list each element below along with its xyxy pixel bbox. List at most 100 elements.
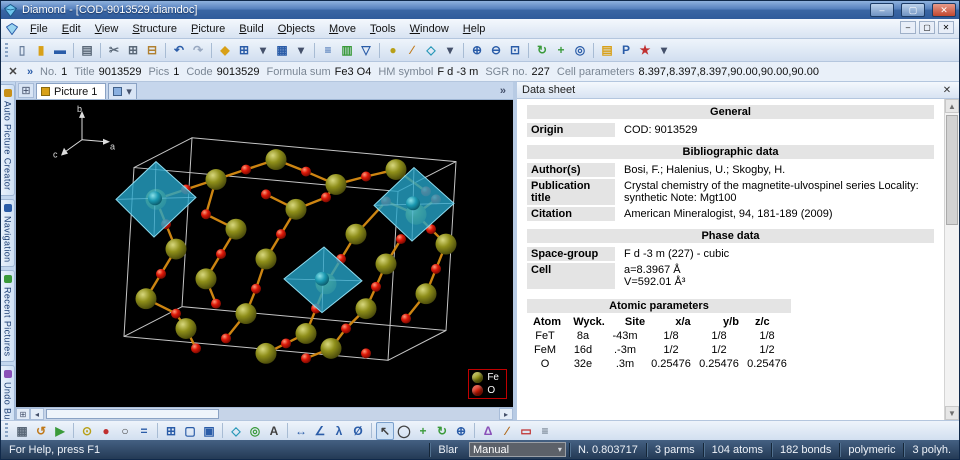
rotate-icon[interactable]: ↻: [533, 41, 551, 59]
toolbar-grip[interactable]: [5, 423, 8, 438]
animate-icon[interactable]: ▶: [51, 422, 69, 440]
sidebar-tab-auto-picture-creator[interactable]: Auto Picture Creator: [1, 84, 15, 196]
delete-atom-icon[interactable]: ○: [116, 422, 134, 440]
menu-item[interactable]: Window: [403, 21, 456, 37]
structure-data-icon[interactable]: ◆: [216, 41, 234, 59]
polyhedra-toggle-icon[interactable]: ◇: [227, 422, 245, 440]
new-document-icon[interactable]: ▯: [13, 41, 31, 59]
menu-item[interactable]: Picture: [184, 21, 232, 37]
minimize-button-icon[interactable]: –: [870, 3, 894, 17]
table-dropdown-icon[interactable]: ▾: [254, 41, 272, 59]
close-button-icon[interactable]: ✕: [932, 3, 956, 17]
unit-cell-icon[interactable]: ▢: [181, 422, 199, 440]
axis-label-a: a: [110, 142, 115, 152]
atom-list-icon[interactable]: ≡: [319, 41, 337, 59]
options-icon[interactable]: ≡: [536, 422, 554, 440]
add-bonds-icon[interactable]: ∕: [403, 41, 421, 59]
clear-record-icon[interactable]: ✕: [6, 65, 20, 78]
layers-icon[interactable]: ▤: [598, 41, 616, 59]
build-dropdown-icon[interactable]: ▾: [441, 41, 459, 59]
tab-list-grid-icon[interactable]: ⊞: [18, 83, 34, 98]
lasso-select-icon[interactable]: ◯: [395, 422, 413, 440]
toolbar-grip[interactable]: [5, 43, 8, 58]
measure-angle-icon[interactable]: ∠: [311, 422, 329, 440]
tab-picture-1[interactable]: Picture 1: [36, 83, 106, 99]
scroll-down-icon[interactable]: ▼: [945, 406, 959, 420]
structure-3d-viewport[interactable]: b a c: [16, 100, 513, 407]
redo-icon[interactable]: ↷: [189, 41, 207, 59]
menu-item[interactable]: Edit: [55, 21, 88, 37]
molecule-icon[interactable]: ⊙: [78, 422, 96, 440]
menu-item[interactable]: Objects: [271, 21, 322, 37]
add-atoms-icon[interactable]: ●: [384, 41, 402, 59]
scrollbar-thumb[interactable]: [46, 409, 219, 419]
move-mode-icon[interactable]: +: [414, 422, 432, 440]
scroll-left-icon[interactable]: ◂: [30, 408, 44, 420]
polyhedra-icon[interactable]: ◇: [422, 41, 440, 59]
menu-item[interactable]: Structure: [125, 21, 184, 37]
filter-icon[interactable]: ▽: [357, 41, 375, 59]
more-tabs-chevron-icon[interactable]: »: [500, 85, 510, 99]
viewport-icon[interactable]: ▦: [13, 422, 31, 440]
paste-icon[interactable]: ⊟: [143, 41, 161, 59]
view-direction-icon[interactable]: ◎: [571, 41, 589, 59]
powder-pattern-icon[interactable]: P: [617, 41, 635, 59]
cell-range-icon[interactable]: ▣: [200, 422, 218, 440]
menu-item[interactable]: View: [88, 21, 126, 37]
translate-icon[interactable]: +: [552, 41, 570, 59]
table-view-icon[interactable]: ⊞: [235, 41, 253, 59]
menu-item[interactable]: Move: [322, 21, 363, 37]
grid-corner-icon[interactable]: ⊞: [16, 408, 30, 420]
more-tools-dropdown-icon[interactable]: ▾: [655, 41, 673, 59]
save-icon[interactable]: ▬: [51, 41, 69, 59]
mode-combobox[interactable]: Manual ▾: [469, 442, 566, 457]
sidebar-tab-recent-pictures[interactable]: Recent Pictures: [1, 270, 15, 362]
scroll-right-icon[interactable]: ▸: [499, 408, 513, 420]
zoom-out-icon[interactable]: ⊖: [487, 41, 505, 59]
new-picture-tab[interactable]: ▾: [108, 83, 137, 99]
zoom-mode-icon[interactable]: ⊕: [452, 422, 470, 440]
scrollbar-thumb[interactable]: [946, 115, 958, 225]
measure-torsion-icon[interactable]: λ: [330, 422, 348, 440]
scrollbar-track[interactable]: [44, 408, 499, 420]
menu-item[interactable]: Help: [456, 21, 493, 37]
record-field: Code9013529: [186, 66, 259, 78]
copy-icon[interactable]: ⊞: [124, 41, 142, 59]
highlight-icon[interactable]: ★: [636, 41, 654, 59]
fit-view-icon[interactable]: ⊡: [506, 41, 524, 59]
radius-icon[interactable]: Ø: [349, 422, 367, 440]
undo-icon[interactable]: ↶: [170, 41, 188, 59]
mdi-close-icon[interactable]: ✕: [938, 21, 954, 34]
maximize-button-icon[interactable]: ▢: [901, 3, 925, 17]
erase-icon[interactable]: ▭: [517, 422, 535, 440]
data-sheet-close-icon[interactable]: ✕: [940, 85, 954, 96]
measure-distance-icon[interactable]: ↔: [292, 422, 310, 440]
scroll-up-icon[interactable]: ▲: [945, 99, 959, 113]
labels-icon[interactable]: A: [265, 422, 283, 440]
properties-icon[interactable]: ▥: [338, 41, 356, 59]
sidebar-tab-icon: [4, 370, 12, 378]
mdi-minimize-icon[interactable]: –: [900, 21, 916, 34]
zoom-in-icon[interactable]: ⊕: [468, 41, 486, 59]
fill-cell-icon[interactable]: ⊞: [162, 422, 180, 440]
mdi-restore-icon[interactable]: ▢: [919, 21, 935, 34]
cut-icon[interactable]: ✂: [105, 41, 123, 59]
insert-atom-icon[interactable]: ●: [97, 422, 115, 440]
menu-item[interactable]: Build: [232, 21, 270, 37]
picture-view-icon[interactable]: ▦: [273, 41, 291, 59]
draw-icon[interactable]: ∕: [498, 422, 516, 440]
connect-atoms-icon[interactable]: =: [135, 422, 153, 440]
tools-icon[interactable]: Δ: [479, 422, 497, 440]
print-icon[interactable]: ▤: [78, 41, 96, 59]
select-mode-icon[interactable]: ↖: [376, 422, 394, 440]
open-file-icon[interactable]: ▮: [32, 41, 50, 59]
spin-icon[interactable]: ↺: [32, 422, 50, 440]
scrollbar-track[interactable]: [945, 113, 959, 406]
ellipsoids-icon[interactable]: ◎: [246, 422, 264, 440]
menu-item[interactable]: Tools: [363, 21, 403, 37]
menu-item[interactable]: File: [23, 21, 55, 37]
goto-record-icon[interactable]: »: [23, 66, 37, 78]
picture-dropdown-icon[interactable]: ▾: [292, 41, 310, 59]
sidebar-tab-navigation[interactable]: Navigation: [1, 199, 15, 268]
rotate-mode-icon[interactable]: ↻: [433, 422, 451, 440]
